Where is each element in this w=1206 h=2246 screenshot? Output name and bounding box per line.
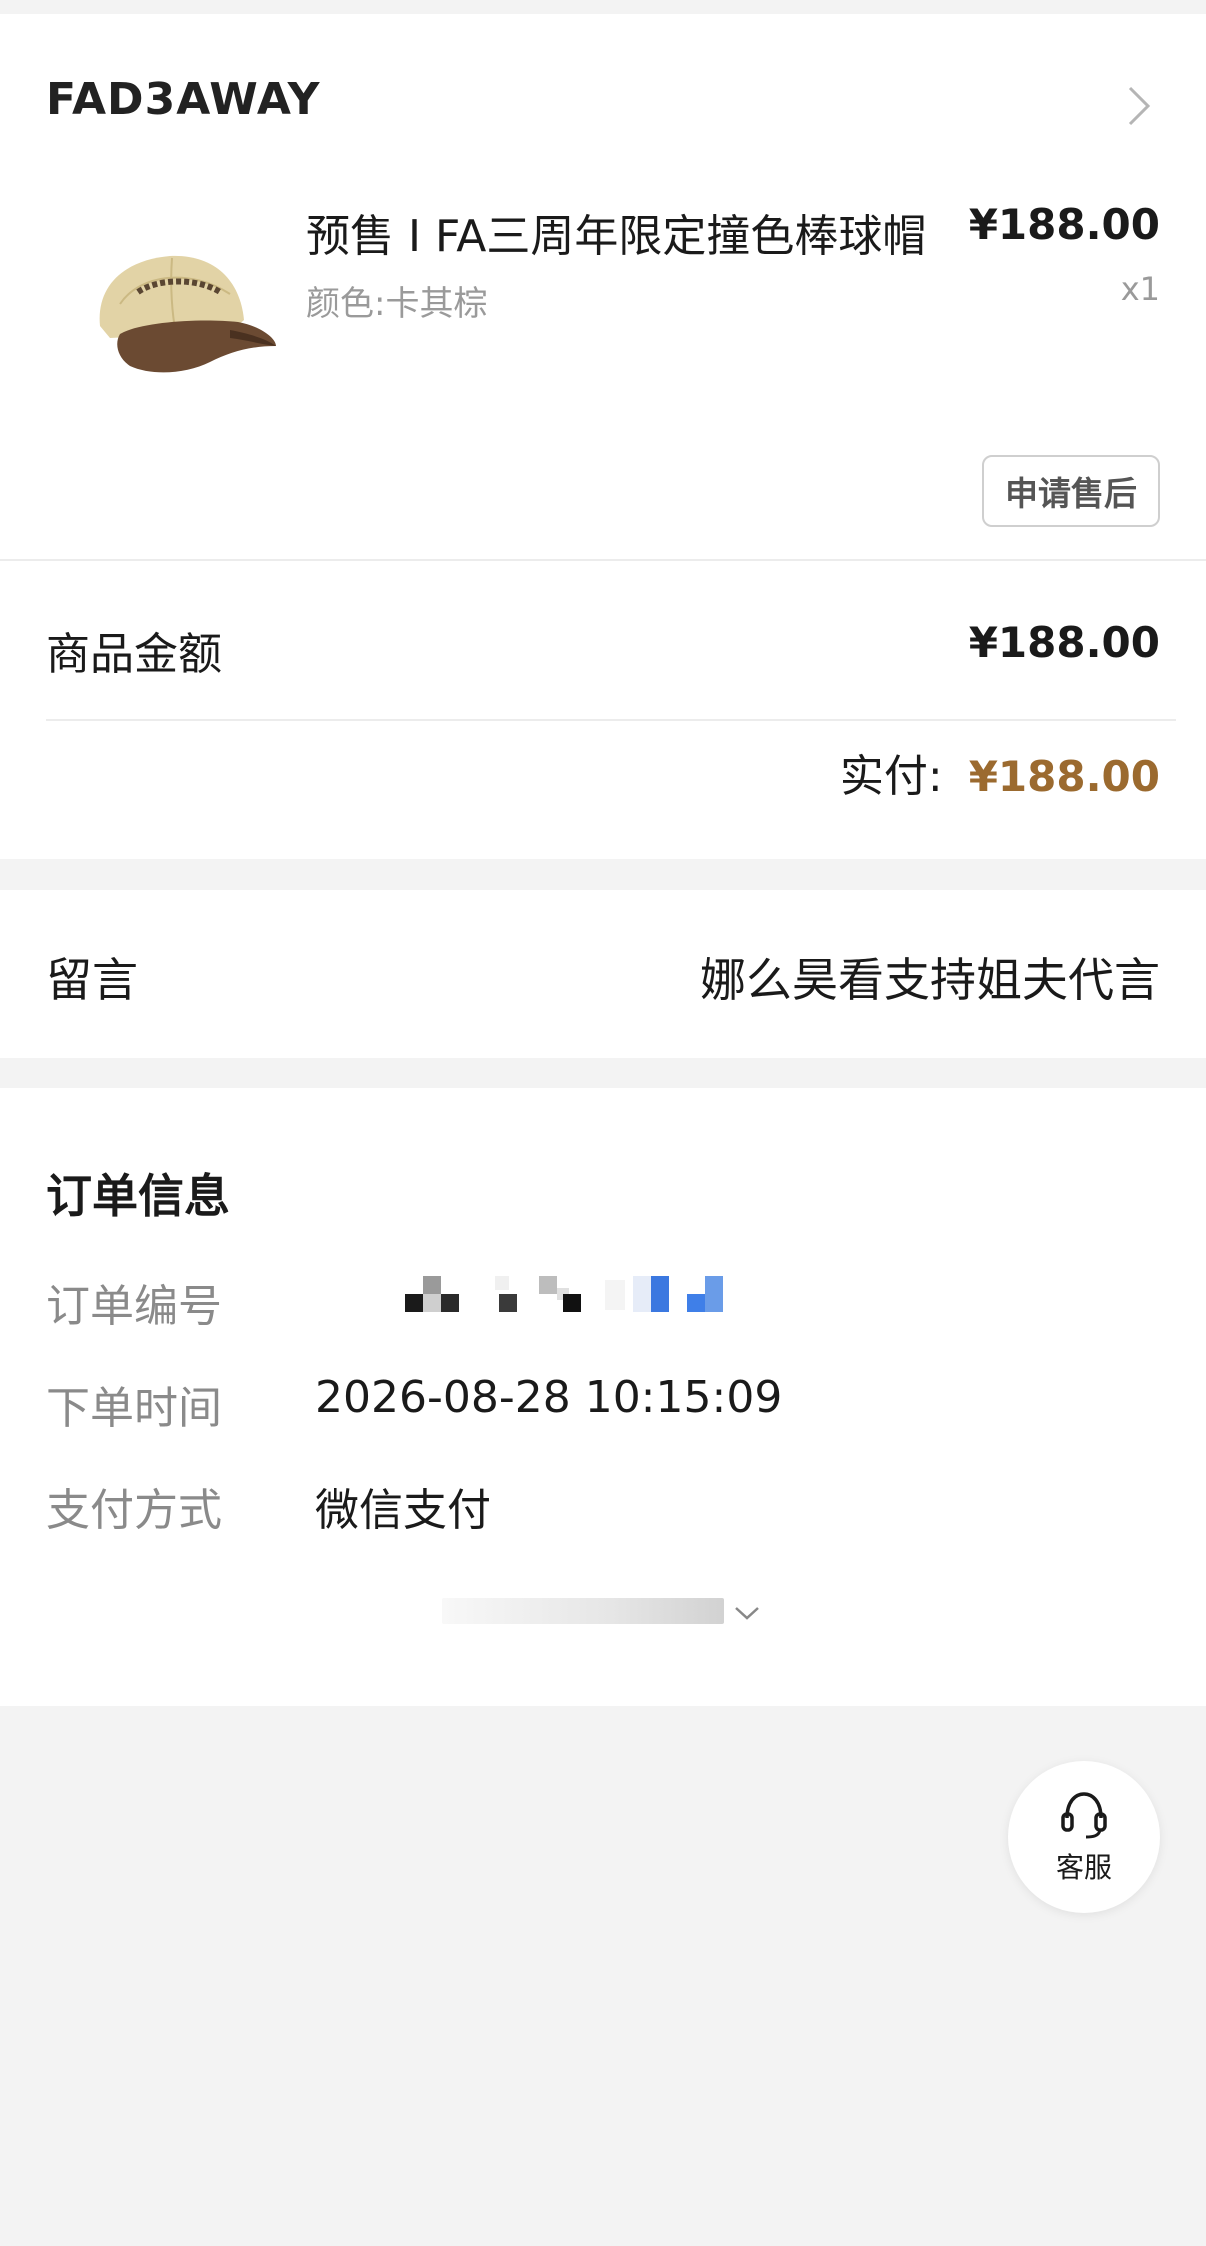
subtotal-label: 商品金额 [46, 629, 222, 680]
paid-value: ¥188.00 [968, 752, 1160, 801]
subtotal-value: ¥188.00 [968, 618, 1160, 667]
message-label: 留言 [46, 953, 138, 1007]
headset-icon [1061, 1792, 1107, 1839]
divider [46, 719, 1176, 721]
customer-service-button[interactable]: 客服 [1008, 1761, 1160, 1913]
blurred-expand-label [442, 1598, 724, 1624]
divider [0, 559, 1206, 561]
service-label: 客服 [1055, 1851, 1112, 1884]
product-price: ¥188.00 [968, 200, 1160, 249]
order-number-label: 订单编号 [46, 1281, 222, 1332]
order-info-card: 订单信息 订单编号 下单时间 2026-08-28 10:15:09 支付方式 … [0, 1088, 1206, 1706]
product-quantity: x1 [1120, 270, 1160, 308]
payment-method-value: 微信支付 [315, 1485, 491, 1536]
order-time-label: 下单时间 [46, 1383, 222, 1434]
shop-order-card: FAD3AWAY 预售 I FA三周年限定撞色棒球帽 颜色:卡其棕 ¥188.0… [0, 14, 1206, 859]
paid-row: 实付: ¥188.00 [840, 740, 1160, 804]
baseball-cap-image[interactable] [80, 234, 280, 384]
shop-name[interactable]: FAD3AWAY [46, 74, 321, 125]
order-info-heading: 订单信息 [46, 1169, 230, 1223]
product-title[interactable]: 预售 I FA三周年限定撞色棒球帽 [306, 200, 926, 264]
buyer-message-card: 留言 娜么昊看支持姐夫代言 [0, 890, 1206, 1058]
order-time-value: 2026-08-28 10:15:09 [315, 1372, 783, 1423]
message-value: 娜么昊看支持姐夫代言 [700, 953, 1160, 1007]
apply-after-sale-button[interactable]: 申请售后 [982, 455, 1160, 527]
chevron-right-icon[interactable] [1120, 84, 1156, 128]
payment-method-label: 支付方式 [46, 1485, 222, 1536]
paid-label: 实付: [839, 751, 943, 802]
order-number-redacted [405, 1276, 723, 1312]
chevron-down-icon[interactable] [732, 1602, 762, 1624]
expand-more-toggle[interactable] [442, 1592, 762, 1632]
product-variant: 颜色:卡其棕 [306, 284, 488, 324]
